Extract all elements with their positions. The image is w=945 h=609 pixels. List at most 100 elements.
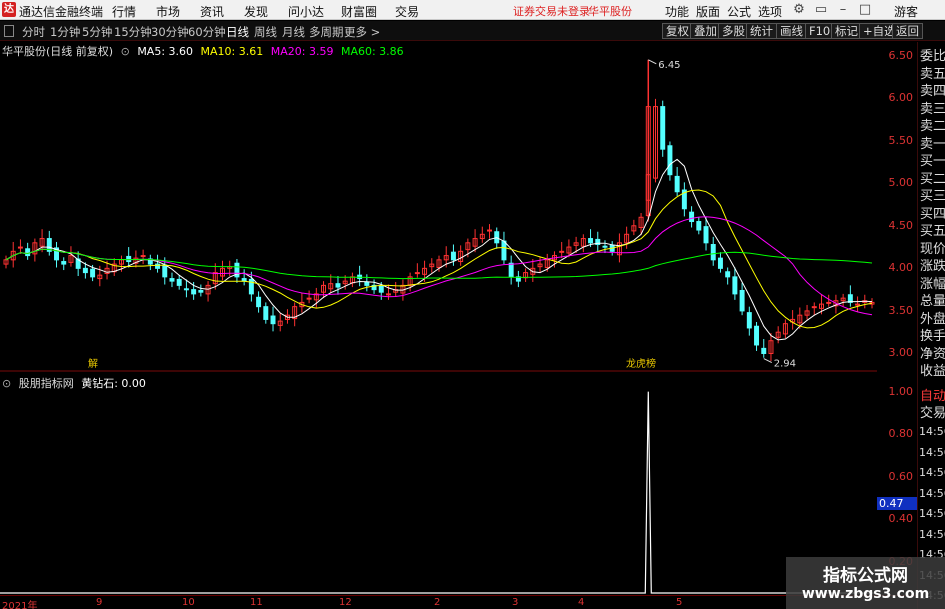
candle-body: [191, 289, 197, 295]
period-5min[interactable]: 5分钟: [82, 24, 112, 40]
btn-diejia[interactable]: 叠加: [690, 23, 721, 39]
menu-caifuquan[interactable]: 财富圈: [341, 3, 377, 20]
btn-fuquan[interactable]: 复权: [662, 23, 693, 39]
candle-body: [61, 261, 67, 265]
panel-toggle-icon[interactable]: [4, 25, 14, 37]
candle: [3, 255, 9, 269]
candle: [804, 304, 810, 320]
candle-body: [696, 221, 702, 231]
stock-name-title: 华平股份: [588, 5, 632, 18]
candle-body: [385, 293, 391, 296]
candle: [710, 236, 716, 266]
candle: [450, 244, 456, 266]
period-1min[interactable]: 1分钟: [50, 24, 80, 40]
menu-gongshi[interactable]: 公式: [727, 3, 751, 20]
candle: [198, 284, 204, 297]
quote-label: 委比: [920, 49, 945, 64]
menu-shichang[interactable]: 市场: [156, 3, 180, 20]
candle: [169, 272, 175, 288]
candle-body: [270, 315, 276, 325]
btn-duogu[interactable]: 多股: [718, 23, 749, 39]
date-tick: 11: [250, 597, 263, 608]
candle: [25, 242, 31, 260]
btn-biaoji[interactable]: 标记: [831, 23, 862, 39]
period-more[interactable]: 更多 >: [344, 24, 380, 40]
candle: [335, 276, 341, 295]
candle: [631, 219, 637, 236]
period-60min[interactable]: 60分钟: [188, 24, 226, 40]
candle: [458, 245, 464, 266]
maximize-icon[interactable]: □: [856, 2, 874, 18]
legend-toggle-icon[interactable]: ⊙: [121, 45, 130, 58]
candle: [732, 267, 738, 300]
menu-jiaoyi[interactable]: 交易: [395, 3, 419, 20]
sub-tick: 0.40: [888, 512, 914, 525]
indicator-svg: [0, 391, 877, 594]
price-axis: 6.50 6.00 5.50 5.00 4.50 4.00 3.50 3.00 1.00 0.80…: [877, 42, 917, 595]
quote-label: 卖四: [920, 84, 945, 99]
period-30min[interactable]: 30分钟: [151, 24, 189, 40]
candle: [155, 254, 161, 273]
gear-icon[interactable]: ⚙: [790, 2, 808, 18]
candle-body: [25, 248, 31, 257]
candle: [140, 249, 146, 265]
quote-time: 14:56: [919, 446, 945, 459]
kline-chart-panel[interactable]: 华平股份(日线 前复权) ⊙ MA5: 3.60 MA10: 3.61 MA20…: [0, 42, 877, 372]
candle: [855, 296, 861, 312]
quote-time: 14:56: [919, 466, 945, 479]
menu-banmian[interactable]: 版面: [696, 3, 720, 20]
candle-body: [414, 272, 420, 275]
date-tick: 9: [96, 597, 103, 608]
candle: [768, 333, 774, 362]
candle: [840, 293, 846, 307]
period-monthly[interactable]: 月线: [282, 24, 305, 40]
candle: [681, 182, 687, 217]
price-tick: 5.50: [888, 134, 914, 147]
menu-gongneng[interactable]: 功能: [665, 3, 689, 20]
candle: [660, 100, 666, 157]
candle: [479, 226, 485, 243]
period-15min[interactable]: 15分钟: [114, 24, 152, 40]
candle: [775, 326, 781, 344]
guest-label[interactable]: 游客: [894, 3, 918, 20]
candle: [616, 233, 622, 263]
candle-body: [667, 145, 673, 176]
btn-fanhui[interactable]: 返回: [892, 23, 923, 39]
window-icon[interactable]: ▭: [812, 2, 830, 18]
menu-wenxiaoda[interactable]: 问小达: [288, 3, 324, 20]
candle-body: [501, 240, 507, 261]
minimize-icon[interactable]: –: [834, 2, 852, 18]
period-fenshi[interactable]: 分时: [22, 24, 45, 40]
candle-body: [559, 250, 565, 253]
menu-zixun[interactable]: 资讯: [200, 3, 224, 20]
candle-body: [754, 325, 760, 346]
menu-xuanxiang[interactable]: 选项: [758, 3, 782, 20]
btn-tongji[interactable]: 统计: [746, 23, 777, 39]
date-tick: 5: [676, 597, 683, 608]
candle: [739, 282, 745, 316]
btn-f10[interactable]: F10: [805, 23, 835, 39]
candle-body: [826, 301, 832, 304]
candle: [782, 319, 788, 339]
indicator-chart-panel[interactable]: ⊙ 股朋指标网 黄钻石: 0.00: [0, 373, 877, 595]
date-tick: 10: [182, 597, 195, 608]
candle-body: [450, 251, 456, 261]
price-tick: 3.50: [888, 304, 914, 317]
indicator-line: [0, 391, 877, 594]
trade-login-notice[interactable]: 证券交易未登录: [513, 3, 590, 19]
period-weekly[interactable]: 周线: [254, 24, 277, 40]
indicator-toggle-icon[interactable]: ⊙: [2, 377, 11, 390]
date-axis: 2021年 9 10 11 12 2 3 4 5: [0, 595, 917, 609]
candle: [111, 258, 117, 277]
indicator-name-value: 黄钻石: 0.00: [81, 377, 146, 390]
menu-hangqing[interactable]: 行情: [112, 3, 136, 20]
quote-label: 买三: [920, 189, 945, 204]
period-multi[interactable]: 多周期: [309, 24, 344, 40]
candle: [364, 274, 370, 292]
btn-huaxian[interactable]: 画线: [776, 23, 807, 39]
period-daily[interactable]: 日线: [226, 24, 249, 40]
candle: [54, 241, 60, 268]
menu-faxian[interactable]: 发现: [244, 3, 268, 20]
quote-time: 14:56: [919, 507, 945, 520]
candle-body: [256, 296, 262, 308]
